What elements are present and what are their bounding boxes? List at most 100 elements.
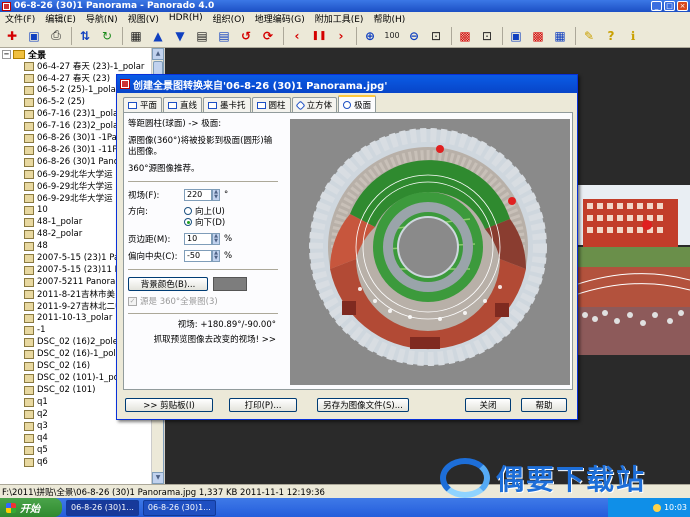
dialog-close-button[interactable]: 关闭 — [465, 398, 511, 412]
tree-item[interactable]: q5 — [0, 444, 163, 456]
direction-up-radio[interactable]: 向上(U) — [184, 205, 225, 217]
reload-icon[interactable]: ⟳ — [258, 26, 278, 46]
menu-help[interactable]: 帮助(H) — [368, 12, 410, 25]
image-file-icon — [24, 421, 34, 431]
tab-polar[interactable]: 极面 — [338, 95, 377, 112]
taskbar: 开始 06-8-26 (30)1... 06-8-26 (30)1... 10:… — [0, 498, 690, 517]
clipboard-button[interactable]: >> 剪贴板(I) — [125, 398, 213, 412]
zoom-100-icon[interactable]: 100 — [382, 26, 402, 46]
tree-item-label: 06-8-26 (30)1 Panor — [37, 157, 123, 167]
tree-item-label: 06-5-2 (25)-1_polar — [37, 85, 120, 95]
fov-input[interactable]: 220 — [184, 189, 212, 201]
tab-cube[interactable]: 立方体 — [291, 97, 338, 112]
new-icon[interactable]: ✚ — [2, 26, 22, 46]
zoom-out-icon[interactable]: ⊖ — [404, 26, 424, 46]
help-icon[interactable]: ? — [601, 26, 621, 46]
dialog-help-button[interactable]: 帮助 — [521, 398, 567, 412]
print-button[interactable]: 打印(P)... — [229, 398, 297, 412]
watermark-logo: 偶要下载站 — [440, 456, 690, 500]
menu-navigate[interactable]: 导航(N) — [81, 12, 123, 25]
tree-item-label: 48 — [37, 241, 48, 251]
menu-file[interactable]: 文件(F) — [0, 12, 40, 25]
image-file-icon — [24, 145, 34, 155]
fov-spin-icon[interactable]: ▲ ▼ — [212, 189, 220, 201]
image-file-icon — [24, 73, 34, 83]
next-icon[interactable]: › — [331, 26, 351, 46]
tree-item[interactable]: q4 — [0, 432, 163, 444]
prev-icon[interactable]: ‹ — [287, 26, 307, 46]
menu-geocode[interactable]: 地理编码(G) — [250, 12, 310, 25]
tree-item[interactable]: 06-4-27 春天 (23)-1_polar — [0, 60, 163, 72]
close-button[interactable]: × — [677, 1, 688, 11]
tab-plane[interactable]: 平面 — [123, 97, 163, 112]
offset-row: 偏向中央(C): -50 ▲ ▼ % — [128, 249, 278, 263]
pause-icon[interactable]: ❚❚ — [309, 26, 329, 46]
bg-color-button[interactable]: 背景颜色(B)... — [128, 277, 208, 291]
image-icon[interactable]: ▤ — [192, 26, 212, 46]
transform-dialog: 创建全景图转换来自'06-8-26 (30)1 Panorama.jpg' 平面… — [116, 74, 578, 420]
polar-preview[interactable] — [290, 119, 570, 385]
tree-root[interactable]: − 全景 — [0, 48, 163, 61]
taskbar-item-dialog[interactable]: 06-8-26 (30)1... — [142, 499, 216, 516]
image-file-icon — [24, 325, 34, 335]
print-icon[interactable]: ⎙ — [46, 26, 66, 46]
margin-spin-icon[interactable]: ▲ ▼ — [212, 233, 220, 245]
menu-edit[interactable]: 编辑(E) — [40, 12, 81, 25]
tray-icon[interactable] — [652, 503, 661, 512]
dialog-title: 创建全景图转换来自'06-8-26 (30)1 Panorama.jpg' — [133, 80, 388, 92]
tab-mercator[interactable]: 墨卡托 — [203, 97, 251, 112]
info-icon[interactable]: ℹ — [623, 26, 643, 46]
refresh-icon[interactable]: ↻ — [97, 26, 117, 46]
title-bar: 06-8-26 (30)1 Panorama - Panorado 4.0 _ … — [0, 0, 690, 12]
menu-hdr[interactable]: HDR(H) — [164, 13, 208, 23]
sort-icon[interactable]: ⇅ — [75, 26, 95, 46]
up-icon[interactable]: ▲ — [148, 26, 168, 46]
menu-view[interactable]: 视图(V) — [123, 12, 164, 25]
tree-item-label: q4 — [37, 433, 48, 443]
tab-rectilinear[interactable]: 直线 — [163, 97, 203, 112]
direction-down-radio[interactable]: 向下(D) — [184, 216, 225, 228]
offset-input[interactable]: -50 — [184, 250, 212, 262]
taskbar-item-panorado[interactable]: 06-8-26 (30)1... — [66, 499, 139, 516]
save-icon[interactable]: ▤ — [214, 26, 234, 46]
watermark-swirl-icon — [440, 458, 490, 498]
settings-icon[interactable]: ▩ — [528, 26, 548, 46]
offset-spin-icon[interactable]: ▲ ▼ — [212, 250, 220, 262]
capture-preview-link[interactable]: 抓取预览图像去改变的视场! >> — [128, 335, 278, 346]
fit-icon[interactable]: ⊡ — [426, 26, 446, 46]
window-icon[interactable]: ▣ — [506, 26, 526, 46]
margin-input[interactable]: 10 — [184, 233, 212, 245]
open-icon[interactable]: ▣ — [24, 26, 44, 46]
toolbar-separator — [283, 26, 284, 45]
rotate-icon[interactable]: ↺ — [236, 26, 256, 46]
window-controls: _ □ × — [651, 1, 688, 11]
window-title: 06-8-26 (30)1 Panorama - Panorado 4.0 — [14, 1, 215, 11]
tree-item[interactable]: q3 — [0, 420, 163, 432]
minimize-button[interactable]: _ — [651, 1, 662, 11]
image-file-icon — [24, 133, 34, 143]
menu-addons[interactable]: 附加工具(E) — [310, 12, 369, 25]
tree-item-label: 06-7-16 (23)1_polar — [37, 109, 122, 119]
link-icon[interactable]: ⊡ — [477, 26, 497, 46]
tree-item-label: DSC_02 (101)-1_por — [37, 373, 123, 383]
menu-organize[interactable]: 组织(O) — [208, 12, 250, 25]
tab-cylinder[interactable]: 圆柱 — [251, 97, 291, 112]
collapse-icon[interactable]: − — [2, 49, 11, 59]
projection-icon[interactable]: ▩ — [455, 26, 475, 46]
tree-item-label: 10 — [37, 205, 48, 215]
scroll-down-icon[interactable]: ▼ — [152, 472, 163, 484]
start-button[interactable]: 开始 — [0, 498, 62, 517]
down-icon[interactable]: ▼ — [170, 26, 190, 46]
offset-unit: % — [224, 251, 233, 261]
tree-item[interactable]: q6 — [0, 456, 163, 468]
source-360-checkbox[interactable]: ✓ 源是 360°全景图(3) — [128, 295, 278, 307]
save-image-button[interactable]: 另存为图像文件(S)... — [317, 398, 409, 412]
zoom-in-icon[interactable]: ⊕ — [360, 26, 380, 46]
grid-icon[interactable]: ▦ — [126, 26, 146, 46]
tools-icon[interactable]: ✎ — [579, 26, 599, 46]
maximize-button[interactable]: □ — [664, 1, 675, 11]
scroll-up-icon[interactable]: ▲ — [152, 48, 163, 60]
bg-color-swatch[interactable] — [213, 277, 247, 291]
config-icon[interactable]: ▦ — [550, 26, 570, 46]
offset-label: 偏向中央(C): — [128, 252, 178, 262]
